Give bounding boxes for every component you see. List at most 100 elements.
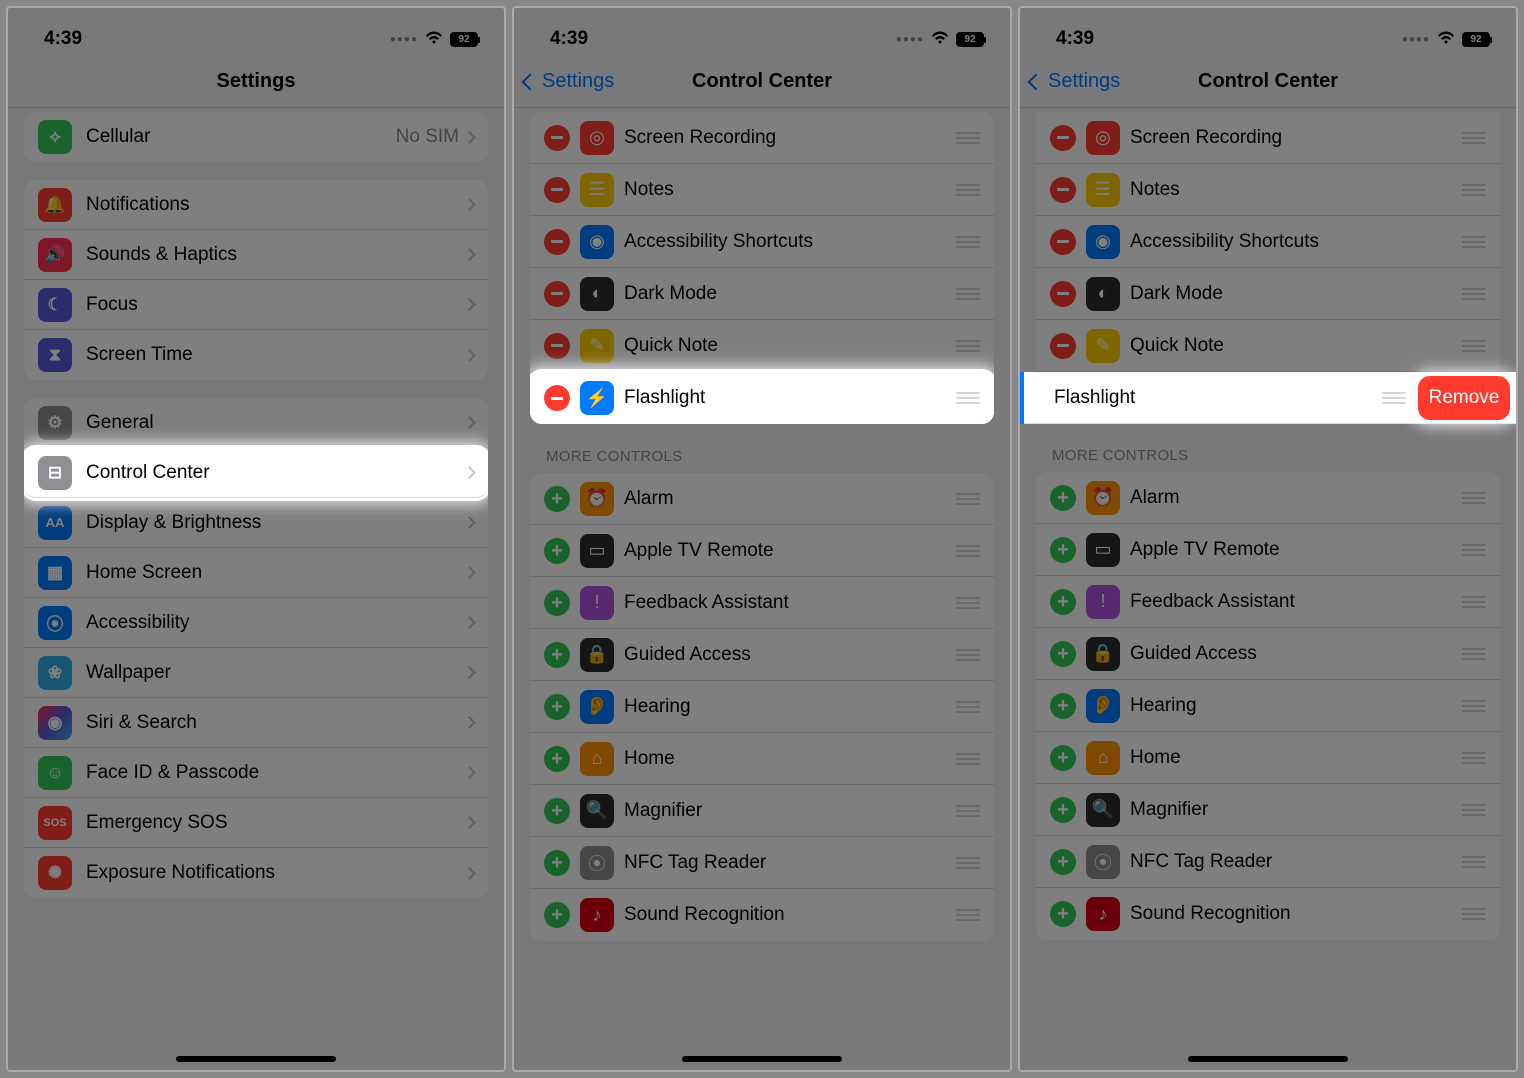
drag-handle-icon[interactable]: [1462, 908, 1486, 920]
cc-row-quick-note[interactable]: ✎Quick Note: [1036, 320, 1500, 372]
remove-button[interactable]: [1050, 281, 1076, 307]
drag-handle-icon[interactable]: [1462, 804, 1486, 816]
drag-handle-icon[interactable]: [956, 649, 980, 661]
remove-button[interactable]: [1050, 177, 1076, 203]
add-button[interactable]: [544, 538, 570, 564]
cc-row-notes[interactable]: ☰Notes: [530, 164, 994, 216]
add-button[interactable]: [1050, 537, 1076, 563]
remove-button[interactable]: [544, 281, 570, 307]
back-button[interactable]: Settings: [524, 70, 614, 93]
add-button[interactable]: [1050, 849, 1076, 875]
drag-handle-icon[interactable]: [956, 288, 980, 300]
add-button[interactable]: [544, 850, 570, 876]
cc-row-flashlight-swiped[interactable]: FlashlightRemove: [1020, 372, 1516, 424]
add-button[interactable]: [1050, 589, 1076, 615]
row-control-center[interactable]: ⊟Control Center: [24, 448, 488, 498]
remove-button[interactable]: [1050, 333, 1076, 359]
row-wallpaper[interactable]: ❀Wallpaper: [24, 648, 488, 698]
home-indicator[interactable]: [176, 1056, 336, 1062]
row-accessibility[interactable]: ⦿Accessibility: [24, 598, 488, 648]
cc-row-guided-access[interactable]: 🔒Guided Access: [530, 629, 994, 681]
drag-handle-icon[interactable]: [956, 392, 980, 404]
remove-button[interactable]: [1050, 229, 1076, 255]
drag-handle-icon[interactable]: [956, 909, 980, 921]
row-face-id-passcode[interactable]: ☺Face ID & Passcode: [24, 748, 488, 798]
drag-handle-icon[interactable]: [956, 132, 980, 144]
drag-handle-icon[interactable]: [956, 236, 980, 248]
cc-row-sound-recognition[interactable]: ♪Sound Recognition: [530, 889, 994, 941]
add-button[interactable]: [1050, 641, 1076, 667]
add-button[interactable]: [544, 590, 570, 616]
drag-handle-icon[interactable]: [956, 701, 980, 713]
row-general[interactable]: ⚙General: [24, 398, 488, 448]
drag-handle-icon[interactable]: [1462, 132, 1486, 144]
cc-row-accessibility-shortcuts[interactable]: ◉Accessibility Shortcuts: [1036, 216, 1500, 268]
add-button[interactable]: [544, 694, 570, 720]
cc-row-sound-recognition[interactable]: ♪Sound Recognition: [1036, 888, 1500, 940]
drag-handle-icon[interactable]: [1462, 544, 1486, 556]
drag-handle-icon[interactable]: [1462, 340, 1486, 352]
cc-row-quick-note[interactable]: ✎Quick Note: [530, 320, 994, 372]
settings-scroll[interactable]: ⟡ Cellular No SIM 🔔Notifications🔊Sounds …: [8, 108, 504, 1070]
remove-button[interactable]: [1050, 125, 1076, 151]
cc-row-home[interactable]: ⌂Home: [530, 733, 994, 785]
row-notifications[interactable]: 🔔Notifications: [24, 180, 488, 230]
cc-row-dark-mode[interactable]: ◐Dark Mode: [1036, 268, 1500, 320]
drag-handle-icon[interactable]: [956, 184, 980, 196]
row-emergency-sos[interactable]: SOSEmergency SOS: [24, 798, 488, 848]
cc-row-magnifier[interactable]: 🔍Magnifier: [530, 785, 994, 837]
drag-handle-icon[interactable]: [956, 805, 980, 817]
drag-handle-icon[interactable]: [1462, 752, 1486, 764]
row-sounds-haptics[interactable]: 🔊Sounds & Haptics: [24, 230, 488, 280]
drag-handle-icon[interactable]: [1462, 856, 1486, 868]
add-button[interactable]: [544, 642, 570, 668]
drag-handle-icon[interactable]: [1462, 184, 1486, 196]
cc-row-dark-mode[interactable]: ◐Dark Mode: [530, 268, 994, 320]
remove-button[interactable]: [544, 177, 570, 203]
row-cellular[interactable]: ⟡ Cellular No SIM: [24, 112, 488, 162]
remove-button[interactable]: [544, 333, 570, 359]
home-indicator[interactable]: [1188, 1056, 1348, 1062]
drag-handle-icon[interactable]: [1462, 288, 1486, 300]
add-button[interactable]: [1050, 901, 1076, 927]
cc-row-feedback-assistant[interactable]: !Feedback Assistant: [530, 577, 994, 629]
cc-row-guided-access[interactable]: 🔒Guided Access: [1036, 628, 1500, 680]
cc-row-screen-recording[interactable]: ◎Screen Recording: [530, 112, 994, 164]
cc-row-home[interactable]: ⌂Home: [1036, 732, 1500, 784]
cc-row-flashlight[interactable]: ⚡Flashlight: [530, 372, 994, 424]
cc-row-alarm[interactable]: ⏰Alarm: [530, 473, 994, 525]
cc-row-notes[interactable]: ☰Notes: [1036, 164, 1500, 216]
control-center-scroll[interactable]: ◎Screen Recording☰Notes◉Accessibility Sh…: [1020, 108, 1516, 1070]
cc-row-hearing[interactable]: 👂Hearing: [1036, 680, 1500, 732]
drag-handle-icon[interactable]: [956, 753, 980, 765]
cc-row-nfc-tag-reader[interactable]: ⦿NFC Tag Reader: [1036, 836, 1500, 888]
remove-button[interactable]: [544, 229, 570, 255]
remove-button[interactable]: [544, 385, 570, 411]
row-screen-time[interactable]: ⧗Screen Time: [24, 330, 488, 380]
row-focus[interactable]: ☾Focus: [24, 280, 488, 330]
home-indicator[interactable]: [682, 1056, 842, 1062]
drag-handle-icon[interactable]: [956, 340, 980, 352]
cc-row-accessibility-shortcuts[interactable]: ◉Accessibility Shortcuts: [530, 216, 994, 268]
drag-handle-icon[interactable]: [1382, 392, 1406, 404]
back-button[interactable]: Settings: [1030, 70, 1120, 93]
drag-handle-icon[interactable]: [956, 597, 980, 609]
row-siri-search[interactable]: ◉Siri & Search: [24, 698, 488, 748]
cc-row-apple-tv-remote[interactable]: ▭Apple TV Remote: [530, 525, 994, 577]
drag-handle-icon[interactable]: [956, 857, 980, 869]
drag-handle-icon[interactable]: [956, 545, 980, 557]
row-display-brightness[interactable]: AADisplay & Brightness: [24, 498, 488, 548]
drag-handle-icon[interactable]: [956, 493, 980, 505]
cc-row-nfc-tag-reader[interactable]: ⦿NFC Tag Reader: [530, 837, 994, 889]
add-button[interactable]: [1050, 797, 1076, 823]
remove-confirm-button[interactable]: Remove: [1418, 376, 1510, 420]
cc-row-magnifier[interactable]: 🔍Magnifier: [1036, 784, 1500, 836]
add-button[interactable]: [1050, 745, 1076, 771]
drag-handle-icon[interactable]: [1462, 596, 1486, 608]
cc-row-alarm[interactable]: ⏰Alarm: [1036, 472, 1500, 524]
remove-button[interactable]: [544, 125, 570, 151]
drag-handle-icon[interactable]: [1462, 492, 1486, 504]
add-button[interactable]: [544, 486, 570, 512]
control-center-scroll[interactable]: ◎Screen Recording☰Notes◉Accessibility Sh…: [514, 108, 1010, 1070]
cc-row-hearing[interactable]: 👂Hearing: [530, 681, 994, 733]
